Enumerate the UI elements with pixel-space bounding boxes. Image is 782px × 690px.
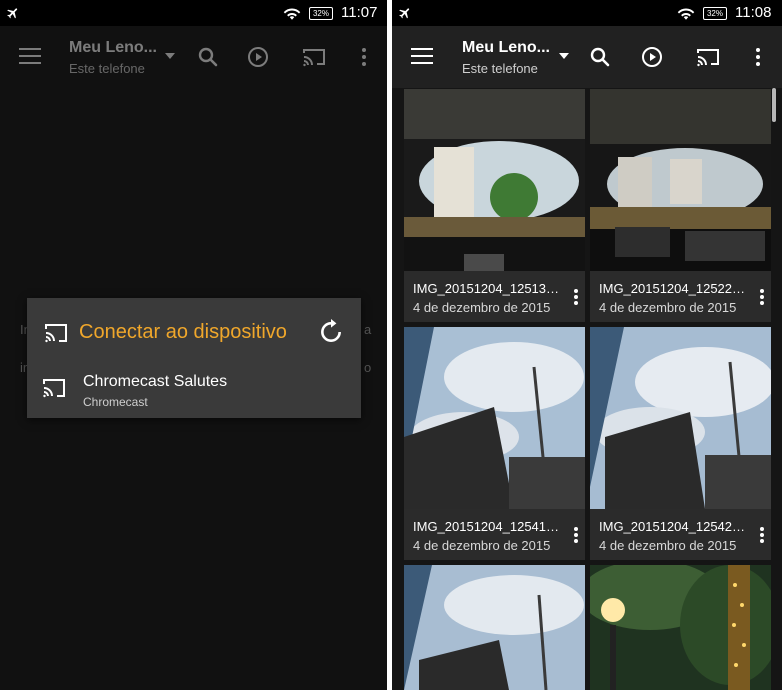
photo-thumbnail[interactable] [404, 89, 585, 271]
photo-tile[interactable] [404, 565, 585, 690]
wifi-icon [283, 8, 301, 20]
photo-caption: IMG_20151204_125423.jpg 4 de dezembro de… [590, 509, 771, 560]
device-type: Chromecast [83, 395, 148, 409]
status-time: 11:07 [341, 4, 378, 21]
status-bar: 32% 11:08 [392, 0, 782, 26]
status-time: 11:08 [735, 4, 772, 21]
cast-icon [43, 379, 65, 398]
device-name: Chromecast Salutes [83, 373, 228, 390]
play-circle-icon[interactable] [246, 45, 270, 69]
photo-more-icon[interactable] [574, 527, 578, 543]
battery-indicator: 32% [309, 7, 333, 20]
photo-tile[interactable]: IMG_20151204_125138.jpg 4 de dezembro de… [404, 89, 585, 322]
photo-tile[interactable]: IMG_20151204_125222.jpg 4 de dezembro de… [590, 89, 771, 322]
photo-tile[interactable]: IMG_20151204_125423.jpg 4 de dezembro de… [590, 327, 771, 560]
refresh-icon[interactable] [318, 319, 344, 345]
search-icon[interactable] [196, 45, 220, 69]
photo-caption: IMG_20151204_125222.jpg 4 de dezembro de… [590, 271, 771, 322]
photo-filename: IMG_20151204_125222.jpg [599, 281, 747, 296]
photo-caption: IMG_20151204_125138.jpg 4 de dezembro de… [404, 271, 585, 322]
status-bar: 32% 11:07 [0, 0, 387, 26]
cast-icon [45, 324, 67, 343]
more-options-icon[interactable] [352, 45, 376, 69]
menu-icon[interactable] [19, 48, 41, 66]
more-options-icon[interactable] [746, 45, 770, 69]
cast-icon[interactable] [302, 45, 326, 69]
battery-indicator: 32% [703, 7, 727, 20]
photo-date: 4 de dezembro de 2015 [413, 538, 551, 553]
photo-tile[interactable] [590, 565, 771, 690]
play-circle-icon[interactable] [640, 45, 664, 69]
photo-more-icon[interactable] [760, 289, 764, 305]
dialog-title: Conectar ao dispositivo [79, 321, 287, 343]
background-text: a [364, 322, 372, 337]
photo-date: 4 de dezembro de 2015 [599, 300, 737, 315]
photo-thumbnail[interactable] [404, 565, 585, 690]
device-title[interactable]: Meu Leno... [69, 39, 157, 57]
photo-date: 4 de dezembro de 2015 [599, 538, 737, 553]
background-text: o [364, 360, 372, 375]
photo-date: 4 de dezembro de 2015 [413, 300, 551, 315]
airplane-mode-icon [7, 8, 18, 19]
photo-filename: IMG_20151204_125415.jpg [413, 519, 561, 534]
photo-thumbnail[interactable] [404, 327, 585, 509]
menu-icon[interactable] [411, 48, 433, 66]
device-title[interactable]: Meu Leno... [462, 39, 550, 57]
airplane-mode-icon [399, 8, 410, 19]
photo-thumbnail[interactable] [590, 89, 771, 271]
wifi-icon [677, 8, 695, 20]
cast-icon[interactable] [696, 45, 720, 69]
app-bar: Meu Leno... Este telefone [392, 26, 782, 88]
device-subtitle: Este telefone [69, 61, 145, 76]
photo-more-icon[interactable] [760, 527, 764, 543]
dropdown-arrow-icon[interactable] [559, 53, 569, 59]
right-screen: 32% 11:08 Meu Leno... Este telefone IMG_… [392, 0, 782, 690]
photo-tile[interactable]: IMG_20151204_125415.jpg 4 de dezembro de… [404, 327, 585, 560]
photo-thumbnail[interactable] [590, 565, 771, 690]
photo-thumbnail[interactable] [590, 327, 771, 509]
photo-filename: IMG_20151204_125138.jpg [413, 281, 561, 296]
device-list-item[interactable]: Chromecast Salutes Chromecast [27, 365, 361, 415]
dropdown-arrow-icon[interactable] [165, 53, 175, 59]
photo-more-icon[interactable] [574, 289, 578, 305]
device-subtitle: Este telefone [462, 61, 538, 76]
app-bar: Meu Leno... Este telefone [0, 26, 387, 88]
search-icon[interactable] [588, 45, 612, 69]
photo-caption: IMG_20151204_125415.jpg 4 de dezembro de… [404, 509, 585, 560]
cast-dialog: Conectar ao dispositivo Chromecast Salut… [27, 298, 361, 418]
scrollbar[interactable] [772, 88, 776, 122]
left-screen: 32% 11:07 Meu Leno... Este telefone In a… [0, 0, 387, 690]
photo-filename: IMG_20151204_125423.jpg [599, 519, 747, 534]
